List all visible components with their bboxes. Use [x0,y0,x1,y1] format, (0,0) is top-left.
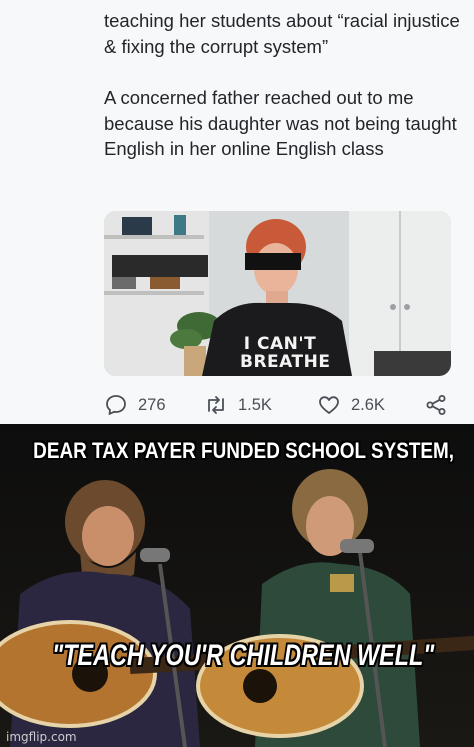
retweet-count: 1.5K [238,395,272,414]
reply-button[interactable]: 276 [104,392,166,418]
tweet-paragraph-1: teaching her students about “racial inju… [104,10,460,57]
retweet-icon [208,396,224,414]
meme-image: DEAR TAX PAYER FUNDED SCHOOL SYSTEM, "TE… [0,424,474,747]
bottom-caption: "TEACH YOU'R CHILDREN WELL" [52,639,435,672]
like-button[interactable]: 2.6K [317,392,385,418]
retweet-button[interactable]: 1.5K [204,392,272,418]
top-caption: DEAR TAX PAYER FUNDED SCHOOL SYSTEM, [33,438,455,463]
reply-count: 276 [138,395,166,414]
tweet-body: teaching her students about “racial inju… [104,8,464,162]
shirt-line-1: I CAN'T [243,334,317,354]
tweet-card: teaching her students about “racial inju… [0,0,474,424]
shirt-text: I CAN'T BREATHE [240,334,331,372]
tweet-paragraph-2: A concerned father reached out to me bec… [104,87,457,159]
share-button[interactable] [424,392,448,418]
share-icon [426,395,446,415]
imgflip-watermark: imgflip.com [6,730,77,744]
tweet-actions: 276 1.5K 2.6K [104,392,464,418]
shirt-line-2: BREATHE [240,352,331,372]
like-count: 2.6K [351,395,385,414]
meme-photo-scene [0,424,474,747]
tweet-media-image[interactable]: I CAN'T BREATHE [104,211,451,376]
heart-icon [319,396,339,414]
reply-icon [106,395,126,415]
